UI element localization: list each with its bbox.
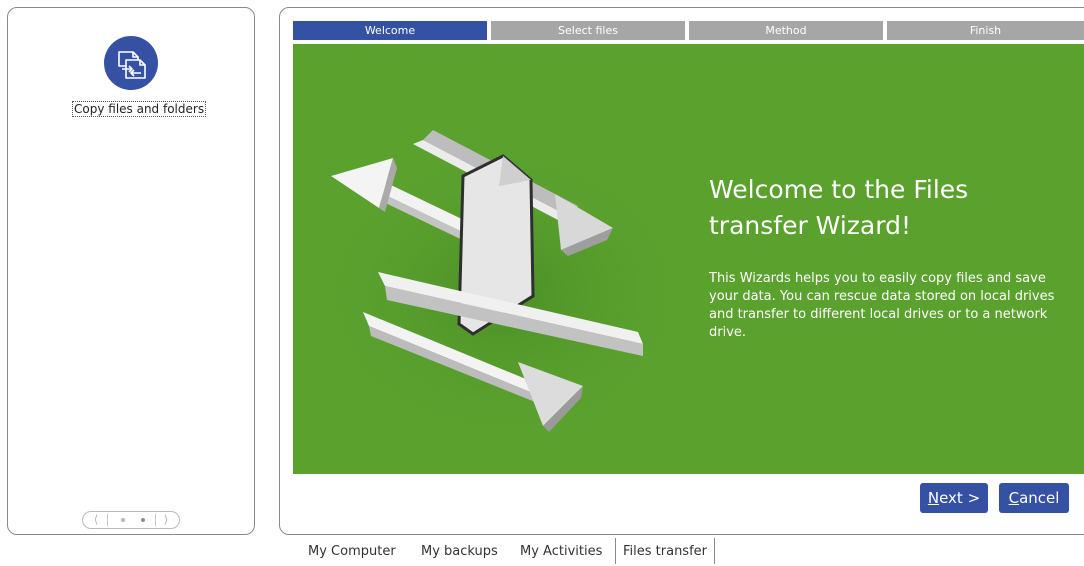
welcome-hero: Welcome to the Files transfer Wizard! Th… [293, 44, 1084, 474]
pager-divider [107, 514, 108, 526]
next-mnemonic: N [927, 489, 940, 507]
pager: ⟨ ⟩ [82, 511, 180, 529]
step-select-files: Select files [491, 21, 685, 40]
cancel-button[interactable]: Cancel [999, 483, 1069, 513]
step-method: Method [689, 21, 883, 40]
copy-files-icon[interactable] [104, 36, 158, 90]
pager-divider [155, 514, 156, 526]
tab-files-transfer[interactable]: Files transfer [615, 538, 715, 564]
step-finish: Finish [887, 21, 1084, 40]
wizard-title: Welcome to the Files transfer Wizard! [709, 175, 969, 240]
pager-dot[interactable] [121, 518, 125, 522]
next-label: ext > [939, 489, 981, 507]
copy-files-and-folders-link[interactable]: Copy files and folders [72, 101, 207, 117]
actions-panel: Copy files and folders ⟨ ⟩ [7, 7, 255, 535]
pager-dot-active[interactable] [141, 518, 145, 522]
tab-my-backups[interactable]: My backups [421, 542, 498, 562]
file-transfer-arrows-illustration [313, 130, 693, 444]
cancel-mnemonic: C [1008, 489, 1020, 507]
chevron-right-icon[interactable]: ⟩ [157, 512, 175, 528]
wizard-description: This Wizards helps you to easily copy fi… [709, 271, 1055, 340]
tab-my-activities[interactable]: My Activities [520, 542, 602, 562]
next-button[interactable]: Next > [920, 483, 988, 513]
chevron-left-icon[interactable]: ⟨ [87, 512, 105, 528]
step-welcome: Welcome [293, 21, 487, 40]
tab-my-computer[interactable]: My Computer [308, 542, 396, 562]
cancel-label: ancel [1019, 489, 1060, 507]
